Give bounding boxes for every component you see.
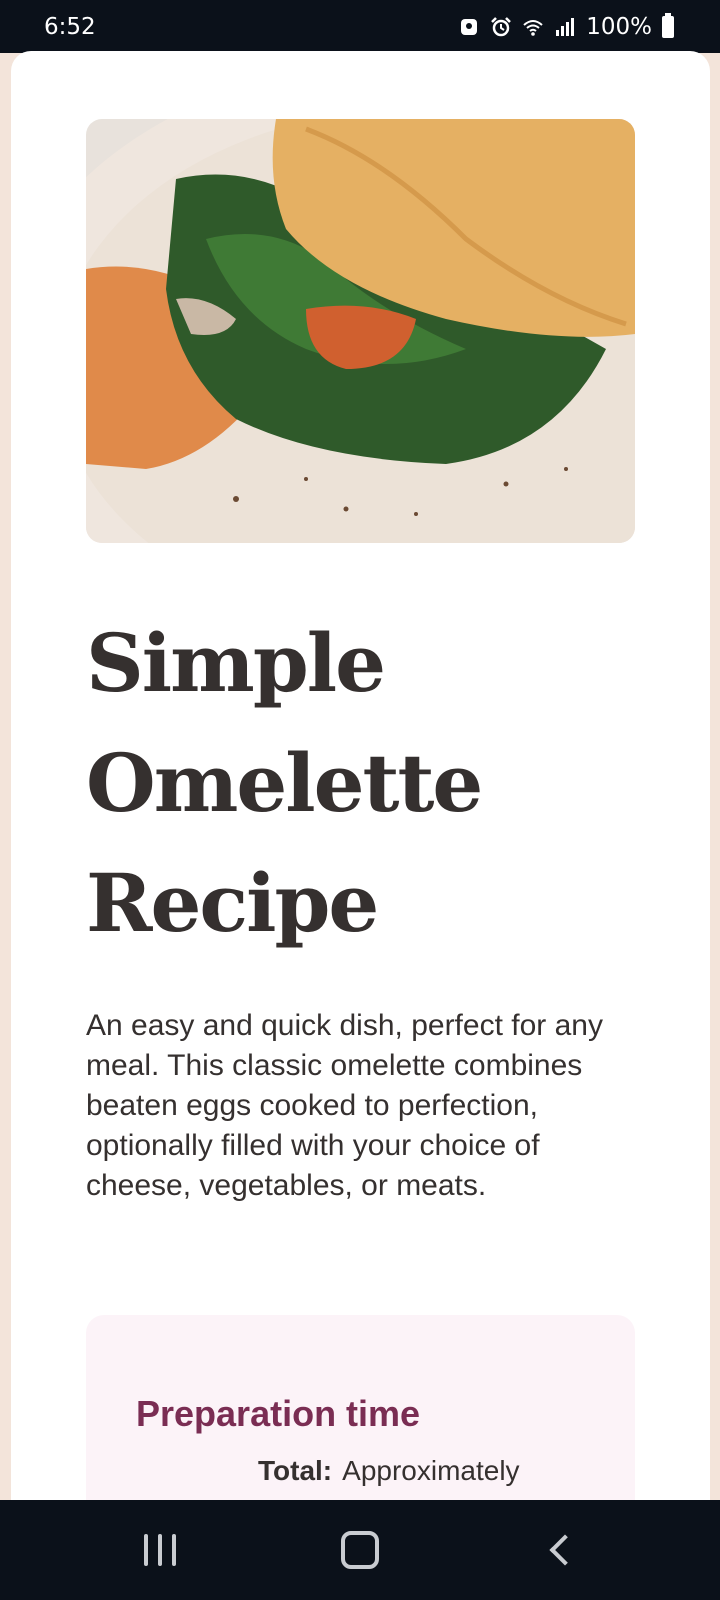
recipe-image	[86, 119, 635, 543]
battery-percent: 100%	[586, 13, 652, 40]
prep-total-value: Approximately	[342, 1455, 520, 1486]
home-icon	[341, 1531, 379, 1569]
recent-apps-button[interactable]	[120, 1520, 200, 1580]
status-icons: 100%	[458, 12, 674, 40]
recent-apps-icon	[144, 1534, 176, 1566]
prep-total-label: Total:	[258, 1455, 333, 1486]
omelette-photo	[86, 119, 635, 543]
back-icon	[549, 1534, 581, 1566]
system-nav-bar	[0, 1500, 720, 1600]
prep-total-row: Total: Approximately	[258, 1455, 520, 1487]
recipe-card: Simple Omelette Recipe An easy and quick…	[11, 51, 710, 1500]
notification-icon	[461, 18, 478, 35]
recipe-description: An easy and quick dish, perfect for any …	[86, 1009, 603, 1202]
wifi-icon	[523, 19, 543, 36]
preparation-time-section: Preparation time Total: Approximately	[86, 1315, 635, 1500]
alarm-icon	[491, 16, 512, 36]
recipe-title: Simple Omelette Recipe	[86, 616, 483, 950]
battery-icon	[662, 12, 674, 38]
signal-icon	[556, 17, 575, 36]
status-time: 6:52	[44, 13, 96, 40]
home-button[interactable]	[320, 1520, 400, 1580]
preparation-heading: Preparation time	[136, 1393, 421, 1434]
back-button[interactable]	[520, 1520, 600, 1580]
status-bar: 6:52 100%	[0, 0, 720, 53]
